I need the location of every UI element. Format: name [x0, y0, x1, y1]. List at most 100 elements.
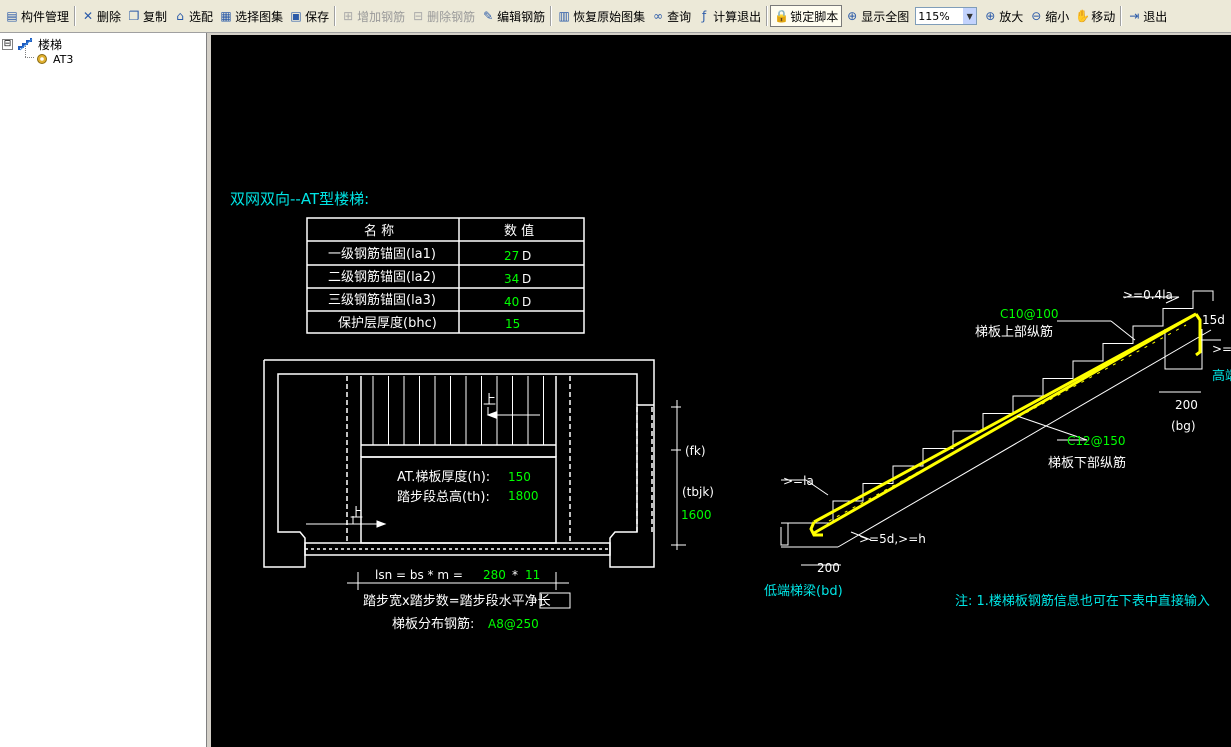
toolbar-button-fit-view[interactable]: ⊕ 显示全图 [842, 5, 912, 27]
bottom-rebar-code[interactable]: C12@150 [1067, 434, 1126, 448]
toolbar-button-label: 查询 [667, 9, 692, 24]
toolbar-button-select-config[interactable]: ⌂ 选配 [170, 5, 216, 27]
toolbar-button-remove-rebar[interactable]: ⊟ 删除钢筋 [408, 5, 478, 27]
tree-node-at3[interactable]: AT3 [35, 51, 73, 67]
up-arrows [306, 407, 540, 528]
lsn-caption: 踏步宽x踏步数=踏步段水平净长 [363, 593, 551, 609]
tree-line [25, 57, 34, 59]
lsn-label: lsn = bs * m = [375, 568, 463, 582]
fk-label: (fk) [685, 444, 706, 458]
drawing-svg: 双网双向--AT型楼梯: 名 称 数 值 一级钢筋锚固(la1) 27 D 二级… [230, 190, 1231, 632]
table-row-name: 保护层厚度(bhc) [338, 315, 437, 331]
up-label: 上 [483, 393, 496, 408]
table-row-name: 二级钢筋锚固(la2) [328, 269, 436, 285]
table-header-value: 数 值 [504, 223, 534, 239]
zoom-value: 115% [918, 9, 950, 23]
top-rebar-code[interactable]: C10@100 [1000, 307, 1059, 321]
lock-icon: 🔒 [774, 9, 790, 23]
chevron-down-icon[interactable]: ▼ [963, 8, 977, 24]
binoculars-icon: ∞ [653, 9, 664, 23]
toolbar-button-label: 选择图集 [235, 9, 284, 24]
select-atlas-icon: ▦ [220, 9, 232, 23]
drawing-canvas[interactable]: 双网双向--AT型楼梯: 名 称 数 值 一级钢筋锚固(la1) 27 D 二级… [211, 35, 1231, 747]
toolbar-button-label: 显示全图 [861, 9, 910, 24]
edit-rebar-icon: ✎ [483, 9, 494, 23]
toolbar-button-zoom-out[interactable]: ⊖ 缩小 [1026, 5, 1072, 27]
toolbar-button-label: 放大 [999, 9, 1024, 24]
total-height-label: 踏步段总高(th): [397, 489, 490, 505]
exit-icon: ⇥ [1129, 9, 1140, 23]
toolbar-button-delete[interactable]: ✕ 删除 [78, 5, 124, 27]
table-row-unit: D [522, 272, 531, 286]
width-value[interactable]: 1600 [681, 508, 712, 522]
toolbar-button-label: 缩小 [1045, 9, 1070, 24]
toolbar-button-label: 保存 [305, 9, 330, 24]
toolbar-separator [1120, 6, 1123, 26]
stair-treads [372, 376, 544, 445]
toolbar-button-copy[interactable]: ❐ 复制 [124, 5, 170, 27]
table-row-value[interactable]: 34 [504, 272, 519, 286]
stair-plan-view [263, 359, 655, 568]
table-row-value[interactable]: 40 [504, 295, 519, 309]
lsn-m[interactable]: 11 [525, 568, 540, 582]
tree-node-stairs-label: 楼梯 [38, 37, 63, 52]
toolbar-button-save[interactable]: ▣ 保存 [286, 5, 332, 27]
toolbar-separator [74, 6, 77, 26]
table-row-value[interactable]: 15 [505, 317, 520, 331]
save-icon: ▣ [290, 9, 302, 23]
toolbar-button-binoculars[interactable]: ∞ 查询 [648, 5, 694, 27]
lsn-times: * [512, 568, 518, 582]
toolbar-button-component-manager[interactable]: ▤ 构件管理 [2, 5, 72, 27]
anchor-top-label: >=0.4la [1123, 288, 1173, 302]
hook-15d-label: 15d [1202, 313, 1225, 327]
toolbar-button-label: 移动 [1091, 9, 1116, 24]
toolbar-button-label: 删除钢筋 [427, 9, 476, 24]
toolbar-button-edit-rebar[interactable]: ✎ 编辑钢筋 [478, 5, 548, 27]
delete-icon: ✕ [82, 9, 94, 23]
zoom-out-icon: ⊖ [1031, 9, 1042, 23]
plan-width-dimension [671, 400, 686, 550]
component-tree[interactable]: ⊟ 楼梯 AT3 [0, 33, 207, 747]
tree-node-at3-label: AT3 [53, 52, 74, 66]
table-row-value[interactable]: 27 [504, 249, 519, 263]
low-beam-label: 低端梯梁(bd) [764, 584, 843, 599]
toolbar-separator [766, 6, 769, 26]
toolbar-button-restore-atlas[interactable]: ▥ 恢复原始图集 [554, 5, 648, 27]
toolbar-button-add-rebar[interactable]: ⊞ 增加钢筋 [338, 5, 408, 27]
toolbar-button-label: 删除 [97, 9, 122, 24]
toolbar: ▤ 构件管理 ✕ 删除 ❐ 复制 ⌂ 选配 ▦ 选择图集 ▣ 保存 ⊞ 增加钢筋 ⊟ 删除钢筋 ✎ 编辑钢筋 ▥ 恢复… [0, 0, 1231, 33]
toolbar-separator [550, 6, 553, 26]
table-row-name: 一级钢筋锚固(la1) [328, 246, 436, 262]
toolbar-button-calc-exit[interactable]: ƒ 计算退出 [694, 5, 764, 27]
toolbar-separator [334, 6, 337, 26]
toolbar-button-label: 计算退出 [713, 9, 762, 24]
lsn-bs[interactable]: 280 [483, 568, 506, 582]
bottom-rebar-label: 梯板下部纵筋 [1048, 455, 1126, 471]
dim-200-low: 200 [817, 561, 840, 575]
tree-node-stairs[interactable]: ⊟ 楼梯 [2, 36, 62, 52]
toolbar-button-lock[interactable]: 🔒 锁定脚本 [770, 5, 843, 27]
table-row-name: 三级钢筋锚固(la3) [328, 292, 436, 308]
thickness-value[interactable]: 150 [508, 470, 531, 484]
toolbar-button-select-atlas[interactable]: ▦ 选择图集 [216, 5, 286, 27]
la-low-label: >=la [783, 474, 814, 488]
note-text: 注: 1.楼梯板钢筋信息也可在下表中直接输入 [955, 593, 1210, 609]
table-row-unit: D [522, 249, 531, 263]
restore-atlas-icon: ▥ [558, 9, 570, 23]
distribution-rebar-value[interactable]: A8@250 [488, 617, 539, 631]
toolbar-button-pan-hand[interactable]: ✋ 移动 [1072, 5, 1118, 27]
toolbar-button-exit[interactable]: ⇥ 退出 [1124, 5, 1170, 27]
tbjk-label: (tbjk) [682, 485, 714, 499]
drawing-title: 双网双向--AT型楼梯: [230, 190, 369, 208]
total-height-value[interactable]: 1800 [508, 489, 539, 503]
table-row-unit: D [522, 295, 531, 309]
slab-rebar [809, 312, 1202, 537]
select-config-icon: ⌂ [176, 9, 184, 23]
tree-collapse-toggle[interactable]: ⊟ [2, 38, 13, 50]
toolbar-button-label: 恢复原始图集 [573, 9, 646, 24]
top-rebar-label: 梯板上部纵筋 [975, 324, 1053, 340]
toolbar-button-label: 退出 [1143, 9, 1168, 24]
zoom-select[interactable]: 115% ▼ [915, 7, 978, 25]
toolbar-button-label: 复制 [143, 9, 168, 24]
toolbar-button-zoom-in[interactable]: ⊕ 放大 [980, 5, 1026, 27]
